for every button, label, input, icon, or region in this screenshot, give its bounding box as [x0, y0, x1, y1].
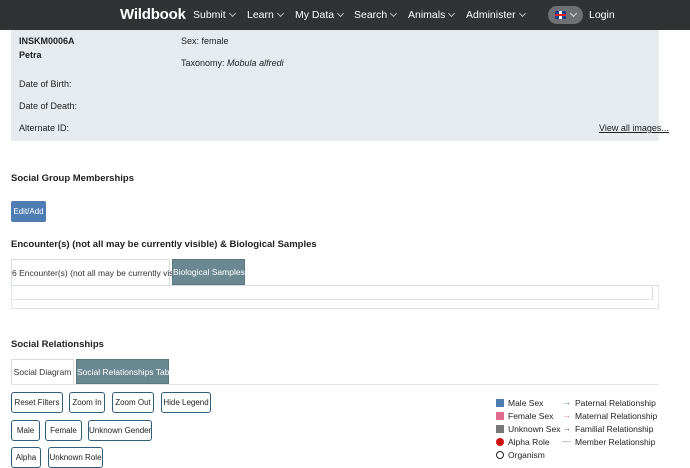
hide-legend-button[interactable]: Hide Legend: [161, 392, 211, 413]
nav-label: Administer: [466, 9, 516, 21]
tab-social-diagram[interactable]: Social Diagram: [11, 359, 74, 385]
chevron-down-icon: [448, 9, 456, 18]
zoom-in-button[interactable]: Zoom In: [69, 392, 105, 413]
organism-circle-icon: [496, 451, 504, 459]
tab-biological-samples[interactable]: Biological Samples: [172, 259, 245, 285]
nav-label: Submit: [193, 9, 226, 21]
chevron-down-icon: [228, 9, 236, 18]
nav-learn[interactable]: Learn: [247, 9, 284, 21]
tab-encounters[interactable]: 6 Encounter(s) (not all may be currently…: [11, 259, 190, 286]
top-navbar: Wildbook Submit Learn My Data Search Ani…: [0, 0, 690, 30]
female-filter-button[interactable]: Female: [45, 420, 82, 441]
nav-animals[interactable]: Animals: [408, 9, 456, 21]
social-groups-title: Social Group Memberships: [11, 173, 134, 184]
uk-flag-icon: [555, 11, 566, 19]
familial-arrow-icon: →: [562, 423, 571, 433]
unknown-gender-filter-button[interactable]: Unknown Gender: [88, 420, 152, 441]
date-of-birth-label: Date of Birth:: [19, 79, 72, 89]
alpha-role-dot-icon: [496, 438, 504, 446]
nav-label: Animals: [408, 9, 446, 21]
paternal-arrow-icon: →: [562, 397, 571, 407]
table-scroll-area[interactable]: [12, 286, 653, 300]
chevron-down-icon: [569, 9, 578, 18]
encounters-title: Encounter(s) (not all may be currently v…: [11, 239, 317, 250]
legend-unknown-sex: Unknown Sex: [508, 424, 561, 434]
legend-organism: Organism: [508, 450, 545, 460]
chevron-down-icon: [337, 9, 345, 18]
tabs-divider: [11, 384, 659, 385]
edit-add-button[interactable]: Edit/Add: [11, 201, 46, 222]
zoom-out-button[interactable]: Zoom Out: [112, 392, 154, 413]
chevron-down-icon: [276, 9, 284, 18]
legend-female-sex: Female Sex: [508, 411, 554, 421]
legend-member: Member Relationship: [575, 437, 656, 447]
view-all-images-link[interactable]: View all images...: [599, 123, 669, 133]
nav-my-data[interactable]: My Data: [295, 9, 345, 21]
legend-familial: Familial Relationship: [575, 424, 654, 434]
individual-info-panel: INSKM0006A Petra Sex: female Taxonomy: M…: [11, 30, 669, 141]
nav-label: Search: [354, 9, 388, 21]
brand-logo[interactable]: Wildbook: [120, 6, 186, 23]
alternate-id-label: Alternate ID:: [19, 123, 70, 133]
member-line-icon: —: [562, 436, 571, 446]
login-link[interactable]: Login: [589, 9, 615, 21]
maternal-arrow-icon: →: [562, 410, 571, 420]
reset-filters-button[interactable]: Reset Filters: [11, 392, 63, 413]
male-filter-button[interactable]: Male: [11, 420, 40, 441]
sex-label: Sex: female: [181, 36, 229, 46]
individual-id: INSKM0006A: [19, 36, 75, 46]
unknown-sex-swatch: [496, 425, 504, 433]
legend-paternal: Paternal Relationship: [575, 398, 656, 408]
tab-social-relationships-table[interactable]: Social Relationships Table: [76, 359, 176, 384]
language-selector[interactable]: [548, 6, 583, 24]
nav-administer[interactable]: Administer: [466, 9, 526, 21]
chevron-down-icon: [518, 9, 526, 18]
relationships-title: Social Relationships: [11, 339, 104, 350]
nav-submit[interactable]: Submit: [193, 9, 236, 21]
encounters-table-panel: [11, 285, 659, 309]
legend-maternal: Maternal Relationship: [575, 411, 658, 421]
taxonomy: Taxonomy: Mobula alfredi: [181, 58, 284, 68]
legend-male-sex: Male Sex: [508, 398, 544, 408]
nav-label: Learn: [247, 9, 274, 21]
taxonomy-label: Taxonomy:: [181, 58, 225, 68]
nav-label: My Data: [295, 9, 335, 21]
alpha-filter-button[interactable]: Alpha: [11, 447, 41, 468]
taxonomy-value: Mobula alfredi: [227, 58, 284, 68]
individual-name: Petra: [19, 50, 42, 60]
nav-search[interactable]: Search: [354, 9, 398, 21]
female-sex-swatch: [496, 412, 504, 420]
date-of-death-label: Date of Death:: [19, 101, 78, 111]
male-sex-swatch: [496, 399, 504, 407]
unknown-role-filter-button[interactable]: Unknown Role: [48, 447, 103, 468]
chevron-down-icon: [390, 9, 398, 18]
legend-alpha-role: Alpha Role: [508, 437, 550, 447]
